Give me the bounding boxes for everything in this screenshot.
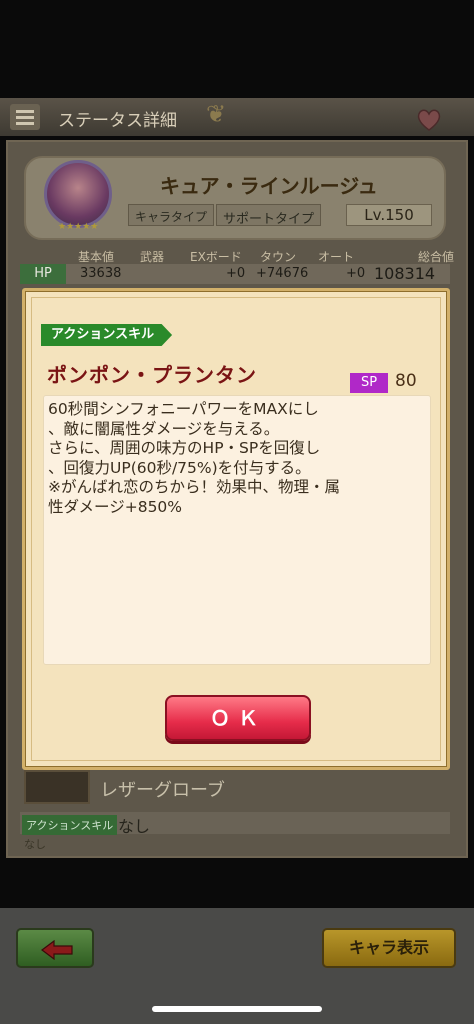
character-name: キュア・ラインルージュ <box>160 174 378 198</box>
page-title: ステータス詳細 <box>58 111 177 131</box>
stat-header: 基本値 <box>78 250 115 264</box>
stat-total: 108314 <box>374 264 436 283</box>
skill-name: ポンポン・プランタン <box>47 363 257 387</box>
heart-icon[interactable] <box>416 108 442 132</box>
chara-type-label: キャラタイプ <box>128 204 215 226</box>
stat-header: 武器 <box>140 250 165 264</box>
stat-value: +0 <box>226 266 246 281</box>
description-line: ※がんばれ恋のちから！効果中、物理・属 <box>48 478 340 496</box>
home-indicator[interactable] <box>152 1006 322 1012</box>
stat-header: タウン <box>260 250 297 264</box>
back-button[interactable] <box>16 928 94 968</box>
hp-label: HP <box>20 264 66 284</box>
stat-value: 33638 <box>80 266 122 281</box>
description-line: 60秒間シンフォニーパワーをMAXにし <box>48 400 319 418</box>
skill-description: 60秒間シンフォニーパワーをMAXにし 、敵に闇属性ダメージを与える。 さらに、… <box>43 395 431 665</box>
stat-value: +0 <box>346 266 366 281</box>
hp-stat-row: HP 33638 +0 +74676 +0 108314 <box>20 264 450 284</box>
ornament-icon: ❦ <box>206 100 227 128</box>
sp-value: 80 <box>395 371 417 391</box>
description-line: 性ダメージ+850% <box>48 497 183 516</box>
stat-header: オート <box>318 250 355 264</box>
description-line: 、敵に闇属性ダメージを与える。 <box>48 419 280 438</box>
description-line: さらに、周囲の味方のHP・SPを回復し <box>48 439 321 457</box>
chara-type-value: サポートタイプ <box>216 204 322 227</box>
stat-header: 総合値 <box>418 250 455 264</box>
equipment-sub-text: なし <box>24 838 46 851</box>
ok-button[interactable]: ＯＫ <box>165 695 311 741</box>
equipment-image <box>24 770 90 804</box>
character-avatar <box>44 160 112 228</box>
rarity-stars: ★★★★★ <box>58 222 99 232</box>
equipment-skill-row: アクションスキル なし <box>20 812 450 836</box>
equipment-skill-value: なし <box>118 817 151 836</box>
skill-dialog: アクションスキル ポンポン・プランタン SP 80 60秒間シンフォニーパワーを… <box>22 288 450 770</box>
chara-display-button[interactable]: キャラ表示 <box>322 928 456 968</box>
sp-badge: SP <box>350 373 388 393</box>
action-skill-tag: アクションスキル <box>41 324 173 346</box>
hamburger-icon[interactable] <box>10 104 40 130</box>
description-line: 、回復力UP(60秒/75%)を付与する。 <box>48 458 311 477</box>
stat-header: EXボード <box>190 250 242 264</box>
equipment-name: レザーグローブ <box>100 780 225 801</box>
stat-value: +74676 <box>256 266 309 281</box>
equipment-skill-label: アクションスキル <box>22 815 118 835</box>
arrow-left-icon <box>41 940 73 960</box>
level-badge: Lv.150 <box>346 204 432 226</box>
